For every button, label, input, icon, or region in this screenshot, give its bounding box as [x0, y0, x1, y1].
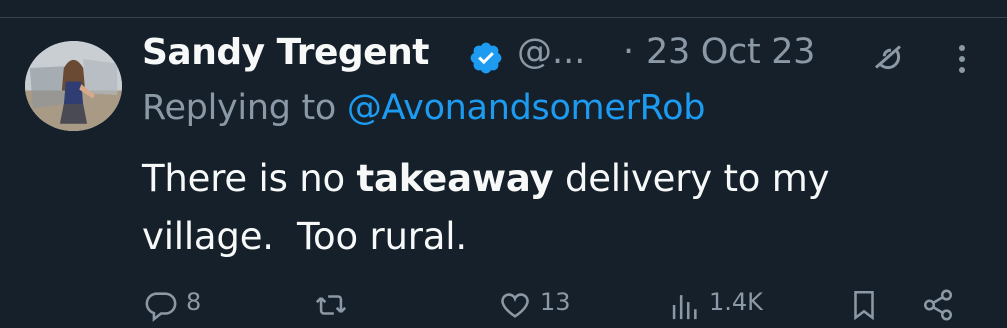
- replying-to: Replying to @AvonandsomerRob: [142, 88, 705, 128]
- like-icon: [501, 293, 529, 318]
- replying-prefix: Replying to: [142, 88, 347, 128]
- tweet-text-part-1: There is no: [142, 157, 357, 200]
- more-icon[interactable]: [952, 42, 972, 78]
- timestamp[interactable]: 23 Oct 23: [646, 32, 815, 72]
- replying-mention-link[interactable]: @AvonandsomerRob: [347, 88, 706, 128]
- like-count: 13: [540, 288, 571, 316]
- avatar[interactable]: [25, 41, 122, 131]
- views-button[interactable]: 1.4K: [667, 288, 763, 322]
- retweet-button[interactable]: [314, 288, 356, 322]
- tweet-text-bold: takeaway: [356, 157, 554, 200]
- like-button[interactable]: 13: [498, 288, 571, 322]
- views-count: 1.4K: [709, 288, 763, 316]
- action-bar: 8 13 1.4K: [142, 288, 972, 328]
- reply-icon: [145, 292, 177, 322]
- divider: [0, 17, 1007, 18]
- separator-dot: ·: [623, 32, 635, 72]
- author-name[interactable]: Sandy Tregent: [142, 32, 429, 73]
- tweet-text: There is no takeaway delivery to my vill…: [142, 150, 982, 266]
- bookmark-icon[interactable]: [847, 288, 881, 322]
- views-icon: [672, 295, 697, 320]
- reply-count: 8: [186, 288, 202, 316]
- tweet-header: Sandy Tregent @... · 23 Oct 23: [142, 28, 982, 84]
- reply-button[interactable]: 8: [144, 288, 201, 322]
- verified-badge-icon: [470, 42, 502, 74]
- retweet-icon: [315, 295, 347, 315]
- author-handle[interactable]: @...: [517, 32, 585, 72]
- grok-icon[interactable]: [870, 39, 906, 75]
- share-icon[interactable]: [921, 288, 955, 322]
